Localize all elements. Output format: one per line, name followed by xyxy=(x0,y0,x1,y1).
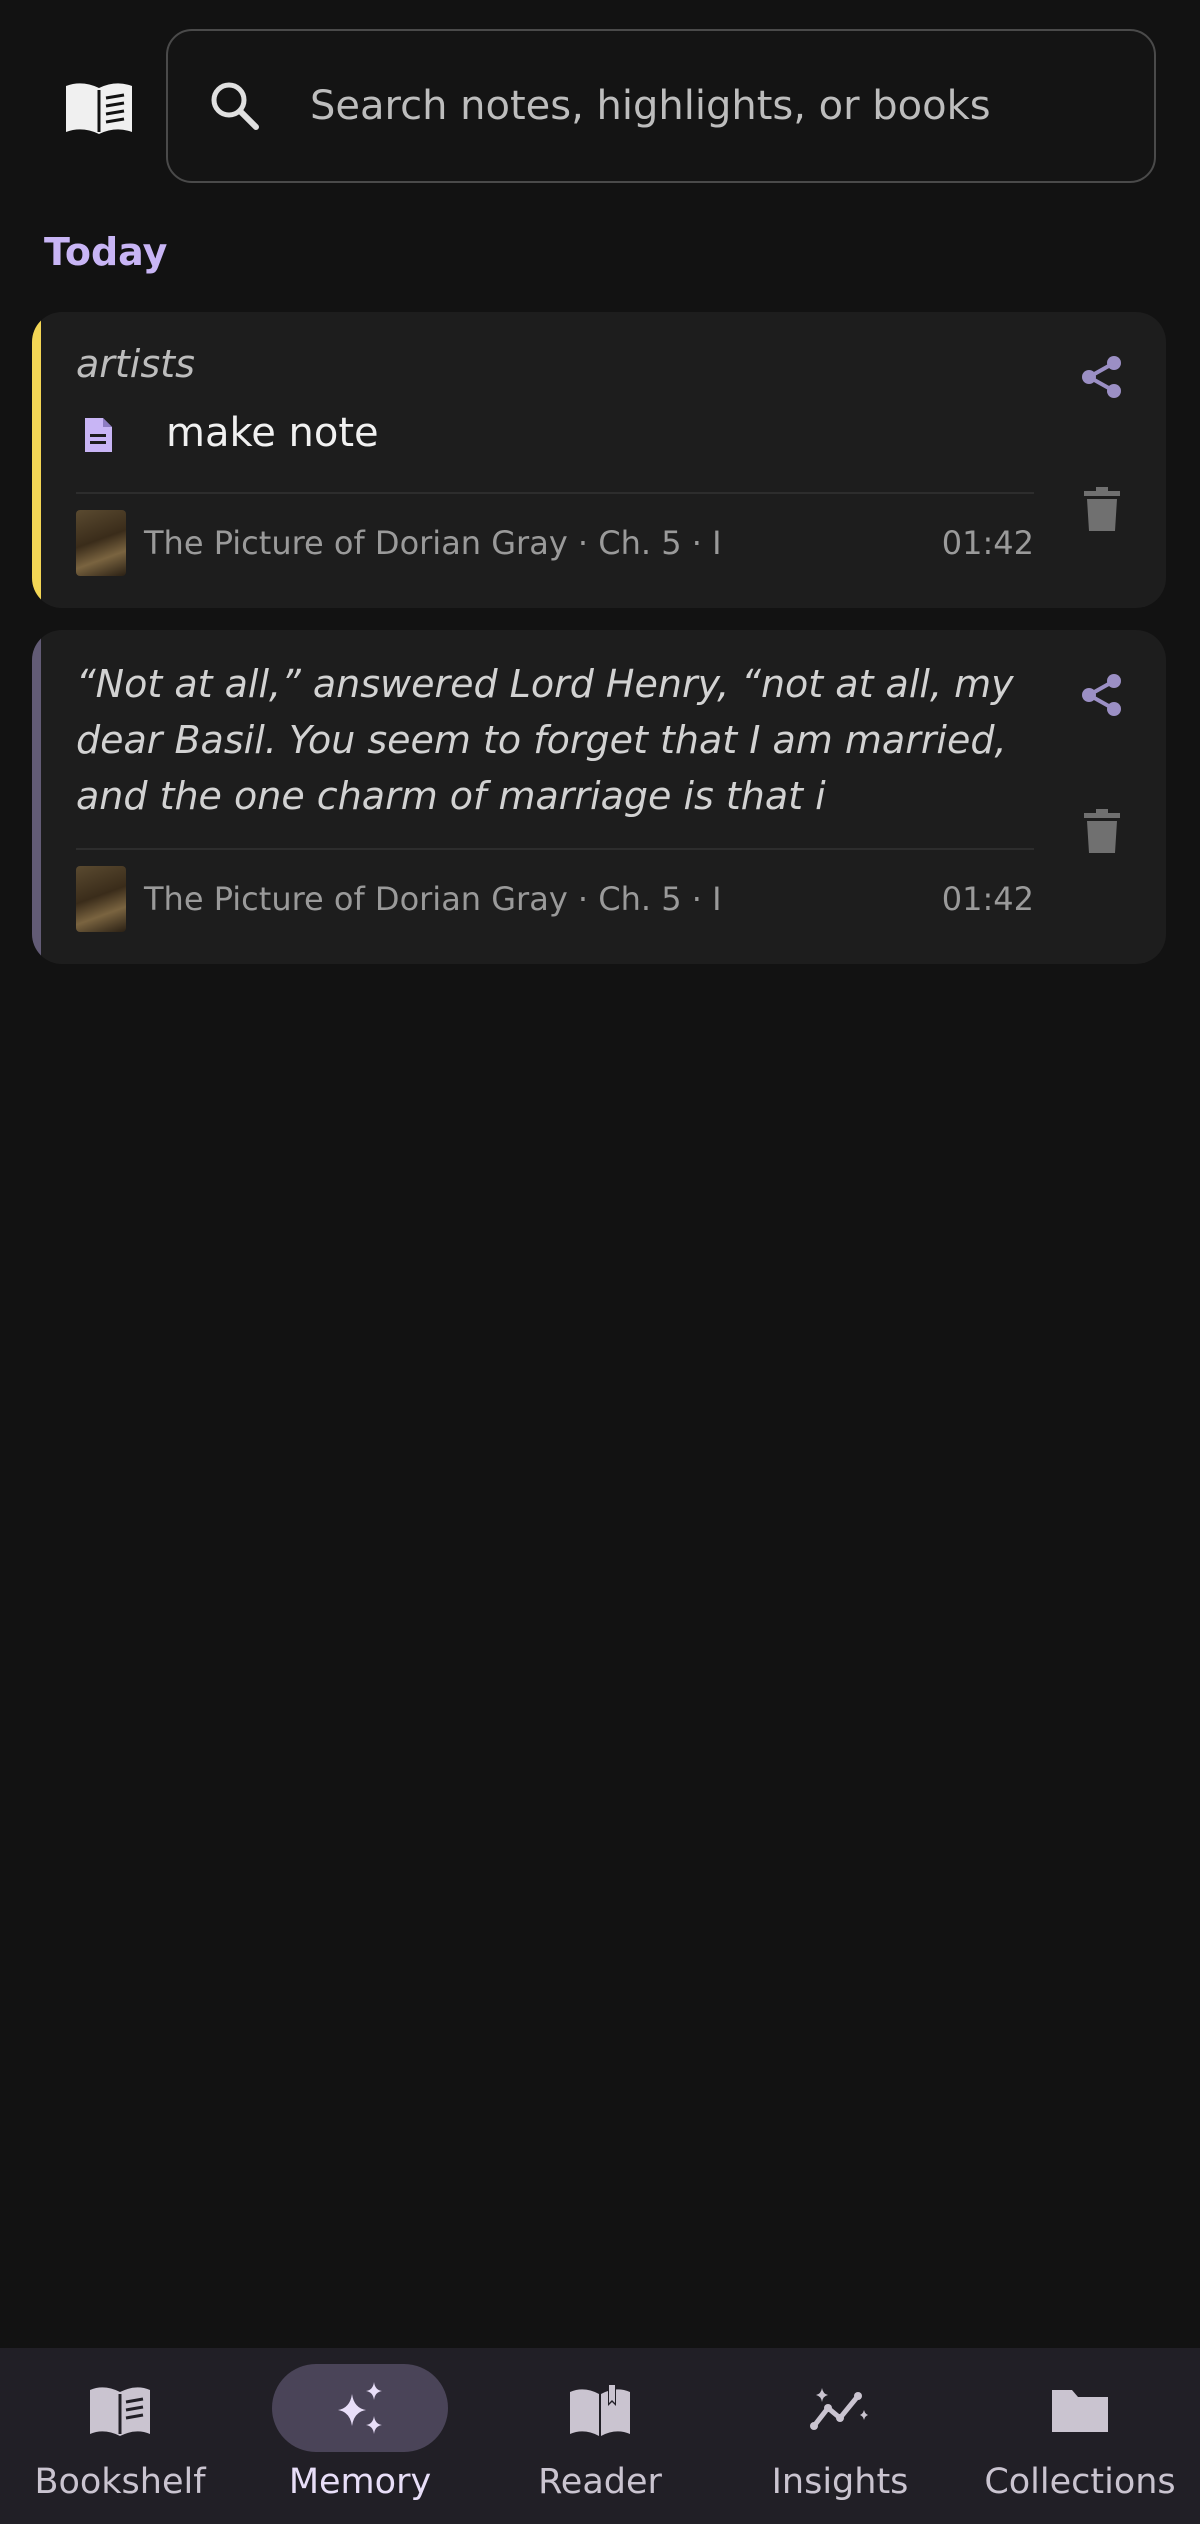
highlight-quote: “Not at all,” answered Lord Henry, “not … xyxy=(76,662,1014,818)
search-input[interactable] xyxy=(310,61,1130,151)
card-divider xyxy=(76,848,1034,850)
book-cover-thumbnail xyxy=(76,866,126,932)
timestamp: 01:42 xyxy=(941,880,1034,918)
sparkle-icon xyxy=(328,2380,392,2440)
delete-button[interactable] xyxy=(1067,796,1137,866)
nav-item-collections[interactable]: Collections xyxy=(960,2348,1200,2524)
book-cover-thumbnail xyxy=(76,510,126,576)
nav-item-reader[interactable]: Reader xyxy=(480,2348,720,2524)
book-source: The Picture of Dorian Gray · Ch. 5 · I xyxy=(144,524,722,562)
trash-icon xyxy=(1084,487,1120,531)
nav-label: Insights xyxy=(771,2462,909,2502)
nav-label: Collections xyxy=(984,2462,1176,2502)
timestamp: 01:42 xyxy=(941,524,1034,562)
section-title-today: Today xyxy=(44,230,168,274)
insights-icon xyxy=(808,2380,872,2440)
bottom-navigation: Bookshelf Memory Reader Insights Collect… xyxy=(0,2348,1200,2524)
note-card[interactable]: artists make note The Picture of Dorian … xyxy=(32,312,1166,608)
note-tag: artists xyxy=(76,342,195,386)
highlight-card[interactable]: “Not at all,” answered Lord Henry, “not … xyxy=(32,630,1166,964)
header xyxy=(0,0,1200,210)
search-bar[interactable] xyxy=(166,29,1156,183)
nav-label: Bookshelf xyxy=(34,2462,206,2502)
share-icon xyxy=(1082,356,1121,398)
share-button[interactable] xyxy=(1067,342,1137,412)
book-icon xyxy=(88,2380,152,2440)
card-accent-bar xyxy=(32,312,41,608)
nav-label: Memory xyxy=(288,2462,432,2502)
nav-item-memory[interactable]: Memory xyxy=(240,2348,480,2524)
delete-button[interactable] xyxy=(1067,474,1137,544)
reader-icon xyxy=(568,2380,632,2440)
book-meta[interactable]: The Picture of Dorian Gray · Ch. 5 · I 0… xyxy=(76,510,1034,576)
nav-label: Reader xyxy=(538,2462,662,2502)
memory-screen: Today artists make note The Picture of D… xyxy=(0,0,1200,2524)
card-accent-bar xyxy=(32,630,41,964)
share-button[interactable] xyxy=(1067,660,1137,730)
folder-icon xyxy=(1048,2380,1112,2440)
search-icon xyxy=(206,77,264,135)
trash-icon xyxy=(1084,809,1120,853)
book-meta[interactable]: The Picture of Dorian Gray · Ch. 5 · I 0… xyxy=(76,866,1034,932)
nav-item-insights[interactable]: Insights xyxy=(720,2348,960,2524)
open-book-icon[interactable] xyxy=(64,78,134,138)
share-icon xyxy=(1082,674,1121,716)
note-text: make note xyxy=(166,410,379,456)
nav-item-bookshelf[interactable]: Bookshelf xyxy=(0,2348,240,2524)
document-icon xyxy=(82,416,114,454)
book-source: The Picture of Dorian Gray · Ch. 5 · I xyxy=(144,880,722,918)
card-divider xyxy=(76,492,1034,494)
